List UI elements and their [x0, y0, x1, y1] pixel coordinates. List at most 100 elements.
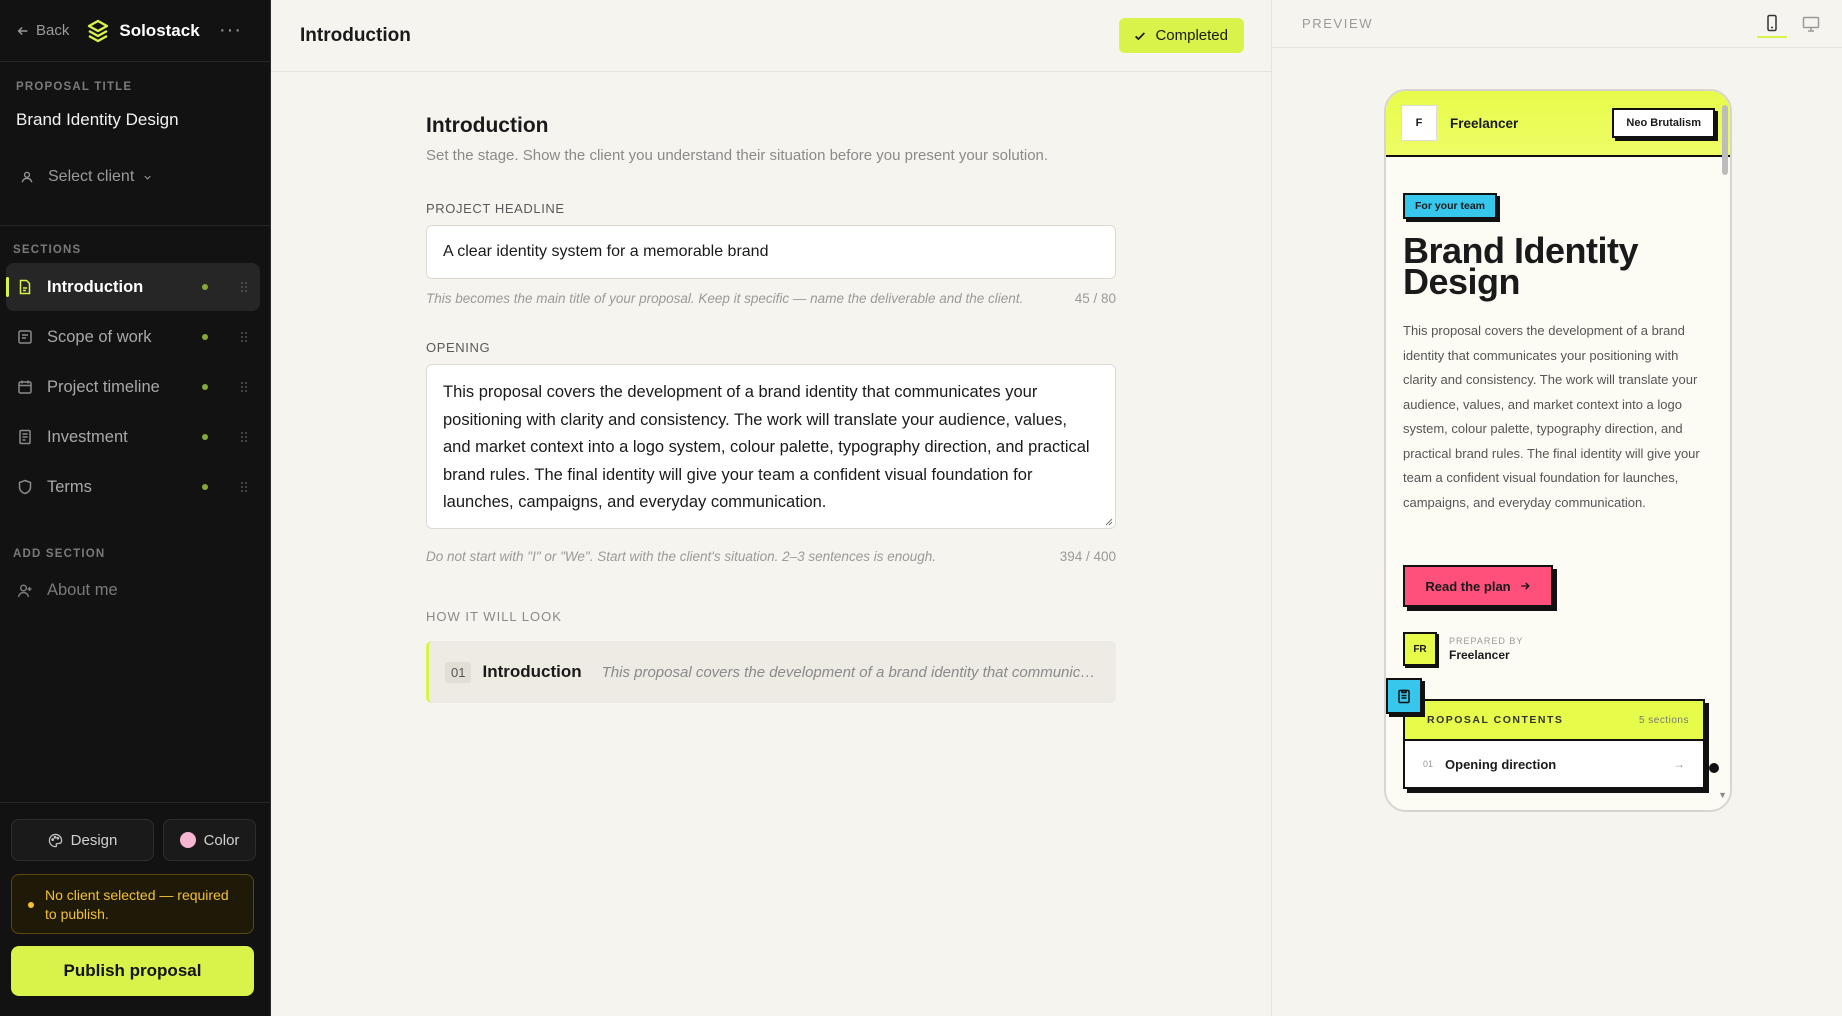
- preview-header: PREVIEW: [1272, 0, 1842, 48]
- scroll-down-icon[interactable]: ▼: [1718, 790, 1727, 800]
- drag-handle-icon[interactable]: [240, 431, 248, 443]
- design-button[interactable]: Design: [11, 819, 154, 861]
- page-title: Introduction: [300, 24, 411, 46]
- opening-hint: Do not start with "I" or "We". Start wit…: [426, 549, 937, 564]
- editor: Introduction Completed Introduction Set …: [271, 0, 1271, 1016]
- drag-handle-icon[interactable]: [240, 481, 248, 493]
- completed-toggle[interactable]: Completed: [1119, 18, 1244, 53]
- audience-tag: For your team: [1403, 193, 1498, 219]
- brand-name: Solostack: [119, 20, 200, 40]
- preview-number: 01: [445, 661, 472, 683]
- color-button[interactable]: Color: [163, 819, 256, 861]
- how-it-will-look-label: HOW IT WILL LOOK: [426, 609, 562, 624]
- arrow-right-icon: →: [1673, 757, 1685, 771]
- opening-textarea[interactable]: This proposal covers the development of …: [426, 364, 1116, 529]
- sidebar-item-label: Terms: [47, 477, 92, 496]
- section-subtitle: Set the stage. Show the client you under…: [426, 147, 1049, 164]
- checklist-icon: [18, 330, 32, 344]
- headline-hint: This becomes the main title of your prop…: [426, 291, 1024, 306]
- completed-label: Completed: [1155, 27, 1228, 44]
- publish-button[interactable]: Publish proposal: [11, 946, 254, 996]
- preview-label: PREVIEW: [1302, 16, 1374, 31]
- freelancer-name: Freelancer: [1450, 115, 1519, 131]
- prepared-by: FR PREPARED BY Freelancer: [1403, 632, 1523, 666]
- opening-hint-row: Do not start with "I" or "We". Start wit…: [426, 549, 1116, 564]
- sections-label: SECTIONS: [13, 244, 82, 256]
- prepared-by-label: PREPARED BY: [1449, 636, 1524, 646]
- sidebar-topbar: Back Solostack ···: [0, 0, 270, 62]
- toc-item-title: Opening direction: [1445, 756, 1557, 772]
- decorative-dot: [1709, 763, 1719, 773]
- headline-label: PROJECT HEADLINE: [426, 201, 565, 216]
- section-preview-row: 01 Introduction This proposal covers the…: [426, 641, 1116, 703]
- toc-label: ROPOSAL CONTENTS: [1427, 714, 1564, 726]
- preview-pane: PREVIEW F Freelancer Neo Brutalism For y…: [1271, 0, 1842, 1016]
- client-warning: No client selected — required to publish…: [11, 874, 254, 934]
- add-section-about-me[interactable]: About me: [17, 581, 118, 600]
- headline-hint-row: This becomes the main title of your prop…: [426, 291, 1116, 306]
- divider: [0, 802, 271, 803]
- resize-grip-icon[interactable]: [1103, 516, 1113, 526]
- status-dot: [202, 284, 208, 290]
- shield-icon: [18, 479, 32, 495]
- phone-preview[interactable]: F Freelancer Neo Brutalism For your team…: [1384, 89, 1732, 812]
- mobile-view-button[interactable]: [1757, 10, 1787, 38]
- sidebar-item-terms[interactable]: Terms: [6, 463, 260, 511]
- desktop-view-button[interactable]: [1796, 10, 1826, 38]
- arrow-left-icon: [17, 26, 28, 35]
- status-dot: [202, 334, 208, 340]
- headline-char-count: 45 / 80: [1074, 291, 1116, 306]
- design-label: Design: [70, 831, 118, 849]
- more-options-icon[interactable]: ···: [219, 19, 242, 42]
- preview-title: Introduction: [482, 662, 582, 681]
- proposal-title[interactable]: Brand Identity Design: [16, 110, 179, 130]
- status-dot: [202, 434, 208, 440]
- toc-header: ROPOSAL CONTENTS 5 sections: [1405, 701, 1703, 741]
- editor-header: Introduction Completed: [271, 0, 1271, 72]
- read-plan-label: Read the plan: [1425, 578, 1511, 594]
- opening-char-count: 394 / 400: [1059, 549, 1116, 564]
- sidebar-item-investment[interactable]: Investment: [6, 413, 260, 461]
- user-plus-icon: [17, 583, 32, 597]
- prepared-by-name: Freelancer: [1449, 648, 1510, 662]
- headline-input[interactable]: A clear identity system for a memorable …: [426, 225, 1116, 279]
- divider: [0, 225, 271, 226]
- toc-item-number: 01: [1423, 759, 1434, 769]
- drag-handle-icon[interactable]: [240, 281, 248, 293]
- user-icon: [21, 171, 33, 183]
- drag-handle-icon[interactable]: [240, 381, 248, 393]
- color-label: Color: [203, 831, 240, 849]
- proposal-contents: ROPOSAL CONTENTS 5 sections 01 Opening d…: [1403, 699, 1705, 789]
- preview-excerpt: This proposal covers the development of …: [601, 663, 1102, 681]
- sidebar-item-label: Project timeline: [47, 377, 160, 396]
- sidebar-item-label: Scope of work: [47, 327, 152, 346]
- preview-body: For your team Brand Identity Design This…: [1386, 157, 1730, 810]
- sidebar-item-label: Introduction: [47, 277, 144, 296]
- select-client-dropdown[interactable]: Select client: [20, 168, 153, 186]
- status-dot: [202, 384, 208, 390]
- preview-scrollbar[interactable]: [1722, 105, 1728, 175]
- preview-proposal-title: Brand Identity Design: [1403, 230, 1639, 302]
- section-form: Introduction Set the stage. Show the cli…: [426, 114, 1116, 703]
- opening-label: OPENING: [426, 340, 491, 355]
- clipboard-icon: [1386, 678, 1422, 714]
- sidebar-item-label: Investment: [47, 427, 128, 446]
- section-nav: Introduction Scope of work Project timel…: [6, 263, 260, 513]
- read-plan-button[interactable]: Read the plan: [1403, 565, 1553, 607]
- theme-badge[interactable]: Neo Brutalism: [1612, 108, 1715, 138]
- check-icon: [1135, 31, 1146, 40]
- sidebar-item-project-timeline[interactable]: Project timeline: [6, 363, 260, 411]
- status-dot: [202, 484, 208, 490]
- brand-logo[interactable]: Solostack: [85, 18, 200, 44]
- back-button[interactable]: Back: [16, 22, 69, 39]
- calendar-icon: [18, 380, 32, 394]
- back-label: Back: [36, 22, 70, 39]
- sidebar-item-introduction[interactable]: Introduction: [6, 263, 260, 311]
- sidebar-item-scope-of-work[interactable]: Scope of work: [6, 313, 260, 361]
- toc-item[interactable]: 01 Opening direction →: [1405, 741, 1703, 787]
- chevron-down-icon: [144, 175, 151, 180]
- select-client-label: Select client: [48, 168, 135, 185]
- receipt-icon: [19, 429, 31, 445]
- arrow-right-icon: [1520, 582, 1530, 590]
- drag-handle-icon[interactable]: [240, 331, 248, 343]
